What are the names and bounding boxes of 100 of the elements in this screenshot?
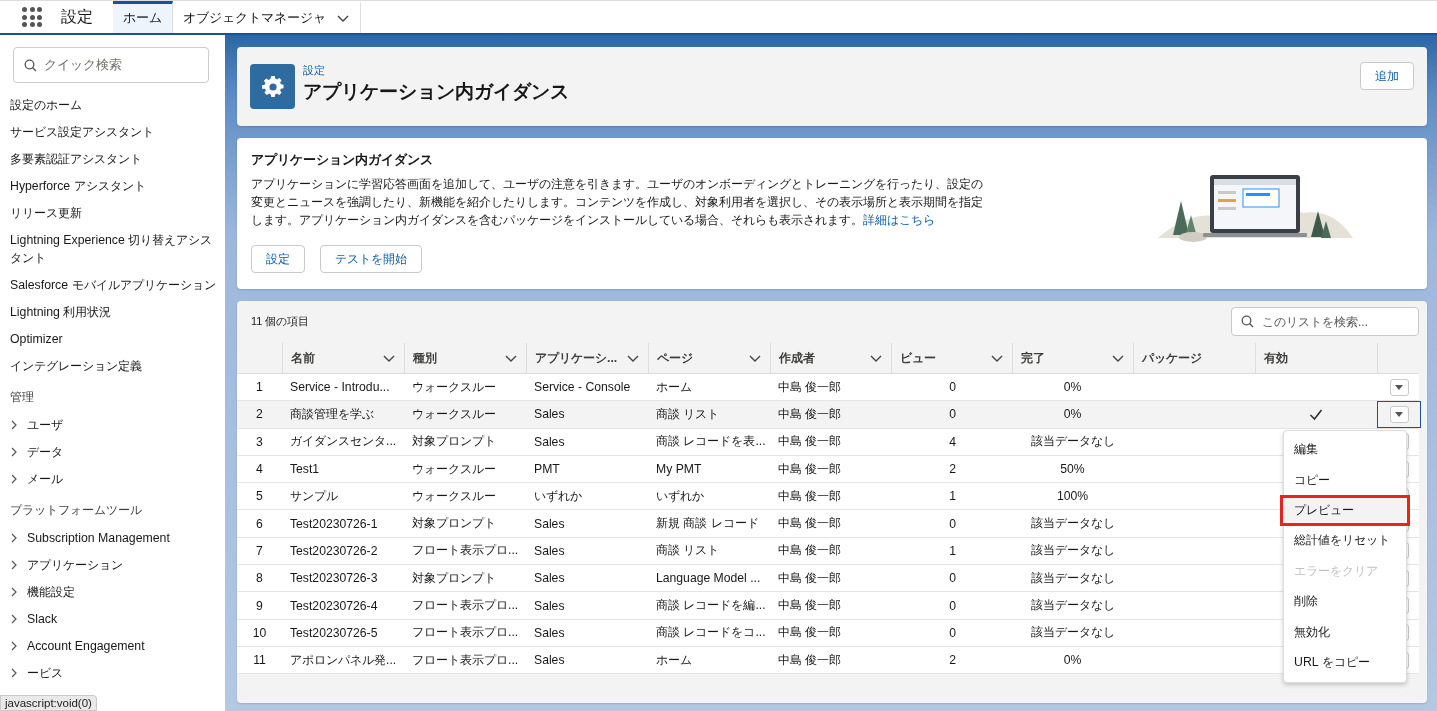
- column-header[interactable]: 作成者: [770, 343, 891, 373]
- sidebar-group-label[interactable]: ービス: [27, 663, 63, 682]
- column-header[interactable]: ビュー: [891, 343, 1012, 373]
- table-cell-text: Sales: [533, 624, 566, 642]
- column-header[interactable]: ページ: [648, 343, 770, 373]
- table-cell-text: 中島 俊一郎: [777, 569, 843, 587]
- sidebar-group-label[interactable]: Slack: [27, 609, 58, 628]
- menu-item[interactable]: 総計値をリセット: [1284, 525, 1406, 557]
- sidebar-group-label[interactable]: データ: [27, 442, 63, 461]
- quick-search-field[interactable]: クイック検索: [13, 47, 209, 83]
- menu-item[interactable]: プレビュー: [1280, 495, 1410, 526]
- chevron-right-icon[interactable]: [10, 613, 18, 624]
- table-cell-text: 商談 リスト: [655, 405, 721, 423]
- table-cell-text: Test20230726-5: [289, 624, 379, 642]
- sidebar-group-label[interactable]: Subscription Management: [27, 528, 170, 547]
- chevron-right-icon[interactable]: [10, 640, 18, 651]
- table-cell-text: 中島 俊一郎: [777, 624, 843, 642]
- sidebar-link[interactable]: Salesforce モバイルアプリケーション: [0, 271, 225, 298]
- sidebar-link[interactable]: 多要素認証アシスタント: [0, 145, 225, 172]
- table-cell-text: Service - Console: [533, 379, 632, 397]
- sidebar-group-label[interactable]: 機能設定: [27, 582, 75, 601]
- table-cell-text: Language Model ...: [655, 570, 762, 588]
- sidebar-link[interactable]: Lightning 利用状況: [0, 298, 225, 325]
- chevron-right-icon[interactable]: [10, 667, 18, 678]
- row-number: 3: [255, 433, 264, 451]
- menu-item[interactable]: URL をコピー: [1284, 647, 1406, 678]
- table-cell-text: 0: [948, 597, 957, 615]
- table-cell-text: 該当データなし: [1029, 597, 1116, 614]
- gear-icon: [250, 64, 295, 109]
- column-header[interactable]: アプリケーシ...: [526, 343, 648, 373]
- sidebar-link[interactable]: Hyperforce アシスタント: [0, 172, 225, 199]
- row-number: 6: [255, 515, 264, 533]
- learn-more-link[interactable]: 詳細はこちら: [863, 213, 935, 226]
- table-cell-text: 対象プロンプト: [411, 515, 497, 533]
- row-number: 7: [255, 542, 264, 560]
- sidebar-link[interactable]: インテグレーション定義: [0, 352, 225, 379]
- sidebar-group-label[interactable]: ユーザ: [27, 415, 63, 434]
- table-cell-text: 0: [948, 515, 957, 533]
- row-actions-button[interactable]: [1389, 378, 1409, 396]
- table-cell-text: 中島 俊一郎: [777, 487, 843, 505]
- column-header[interactable]: 有効: [1255, 343, 1377, 373]
- app-launcher-icon[interactable]: [22, 7, 42, 27]
- menu-item[interactable]: 無効化: [1284, 616, 1406, 648]
- table-cell-text: 該当データなし: [1029, 515, 1116, 533]
- menu-item[interactable]: 削除: [1284, 586, 1406, 617]
- table-cell-text: 中島 俊一郎: [777, 651, 843, 669]
- table-cell-text: 1: [948, 542, 957, 560]
- action-button[interactable]: テストを開始: [320, 245, 422, 273]
- menu-item[interactable]: コピー: [1284, 465, 1406, 496]
- table-cell-text: 該当データなし: [1029, 542, 1116, 560]
- sidebar-group-label[interactable]: メール: [27, 469, 63, 488]
- chevron-right-icon[interactable]: [10, 446, 18, 457]
- search-icon: [1241, 315, 1254, 328]
- sidebar-link[interactable]: Optimizer: [0, 325, 225, 352]
- column-header[interactable]: パッケージ: [1133, 343, 1255, 373]
- table-cell-text: サンプル: [289, 487, 339, 505]
- sidebar-group-label[interactable]: アプリケーション: [27, 555, 123, 574]
- table-cell-text: 該当データなし: [1029, 433, 1116, 451]
- action-button[interactable]: 設定: [251, 245, 305, 273]
- table-cell-text: 0%: [1062, 652, 1083, 670]
- table-cell-text: 対象プロンプト: [411, 433, 497, 451]
- column-header[interactable]: 完了: [1012, 343, 1133, 373]
- table-cell-text: 中島 俊一郎: [777, 597, 843, 614]
- table-cell-text: 中島 俊一郎: [777, 405, 843, 423]
- row-number: 10: [251, 624, 268, 642]
- list-search-field[interactable]: このリストを検索...: [1231, 307, 1419, 336]
- table-cell-text: Test20230726-2: [289, 542, 379, 560]
- column-header[interactable]: 種別: [404, 343, 526, 373]
- sidebar-link[interactable]: 設定のホーム: [0, 91, 225, 118]
- table-cell-text: フロート表示プロ...: [411, 624, 520, 642]
- page-title: アプリケーション内ガイダンス: [303, 80, 569, 104]
- table-cell-text: 0: [948, 570, 957, 588]
- table-cell-text: ウォークスルー: [411, 460, 497, 478]
- chevron-right-icon[interactable]: [10, 559, 18, 570]
- table-cell-text: Sales: [533, 652, 566, 670]
- caret-down-icon: [1394, 410, 1404, 418]
- chevron-right-icon[interactable]: [10, 419, 18, 430]
- nav-tab[interactable]: ホーム: [113, 1, 173, 33]
- chevron-right-icon[interactable]: [10, 473, 18, 484]
- table-cell-text: 1: [948, 488, 957, 506]
- sidebar-group-label[interactable]: Account Engagement: [27, 636, 145, 655]
- chevron-right-icon[interactable]: [10, 532, 18, 543]
- row-actions-button[interactable]: [1389, 405, 1409, 423]
- row-number: 2: [255, 406, 264, 424]
- row-number: 1: [255, 379, 264, 397]
- add-button[interactable]: 追加: [1360, 62, 1414, 90]
- row-number: 5: [255, 488, 264, 506]
- sidebar-link[interactable]: サービス設定アシスタント: [0, 118, 225, 145]
- breadcrumb-link[interactable]: 設定: [303, 64, 569, 78]
- sidebar-link[interactable]: リリース更新: [0, 199, 225, 226]
- menu-item[interactable]: 編集: [1284, 434, 1406, 465]
- table-cell-text: My PMT: [655, 461, 703, 479]
- column-header[interactable]: 名前: [282, 343, 404, 373]
- sidebar-section-heading: 管理: [9, 389, 35, 406]
- table-cell-text: 0: [948, 624, 957, 642]
- sidebar-section-heading: プラットフォームツール: [9, 502, 143, 519]
- sidebar-link[interactable]: Lightning Experience 切り替えアシスタント: [0, 226, 225, 271]
- chevron-right-icon[interactable]: [10, 586, 18, 597]
- table-cell-text: 中島 俊一郎: [777, 515, 843, 533]
- table-cell-text: 4: [948, 433, 957, 451]
